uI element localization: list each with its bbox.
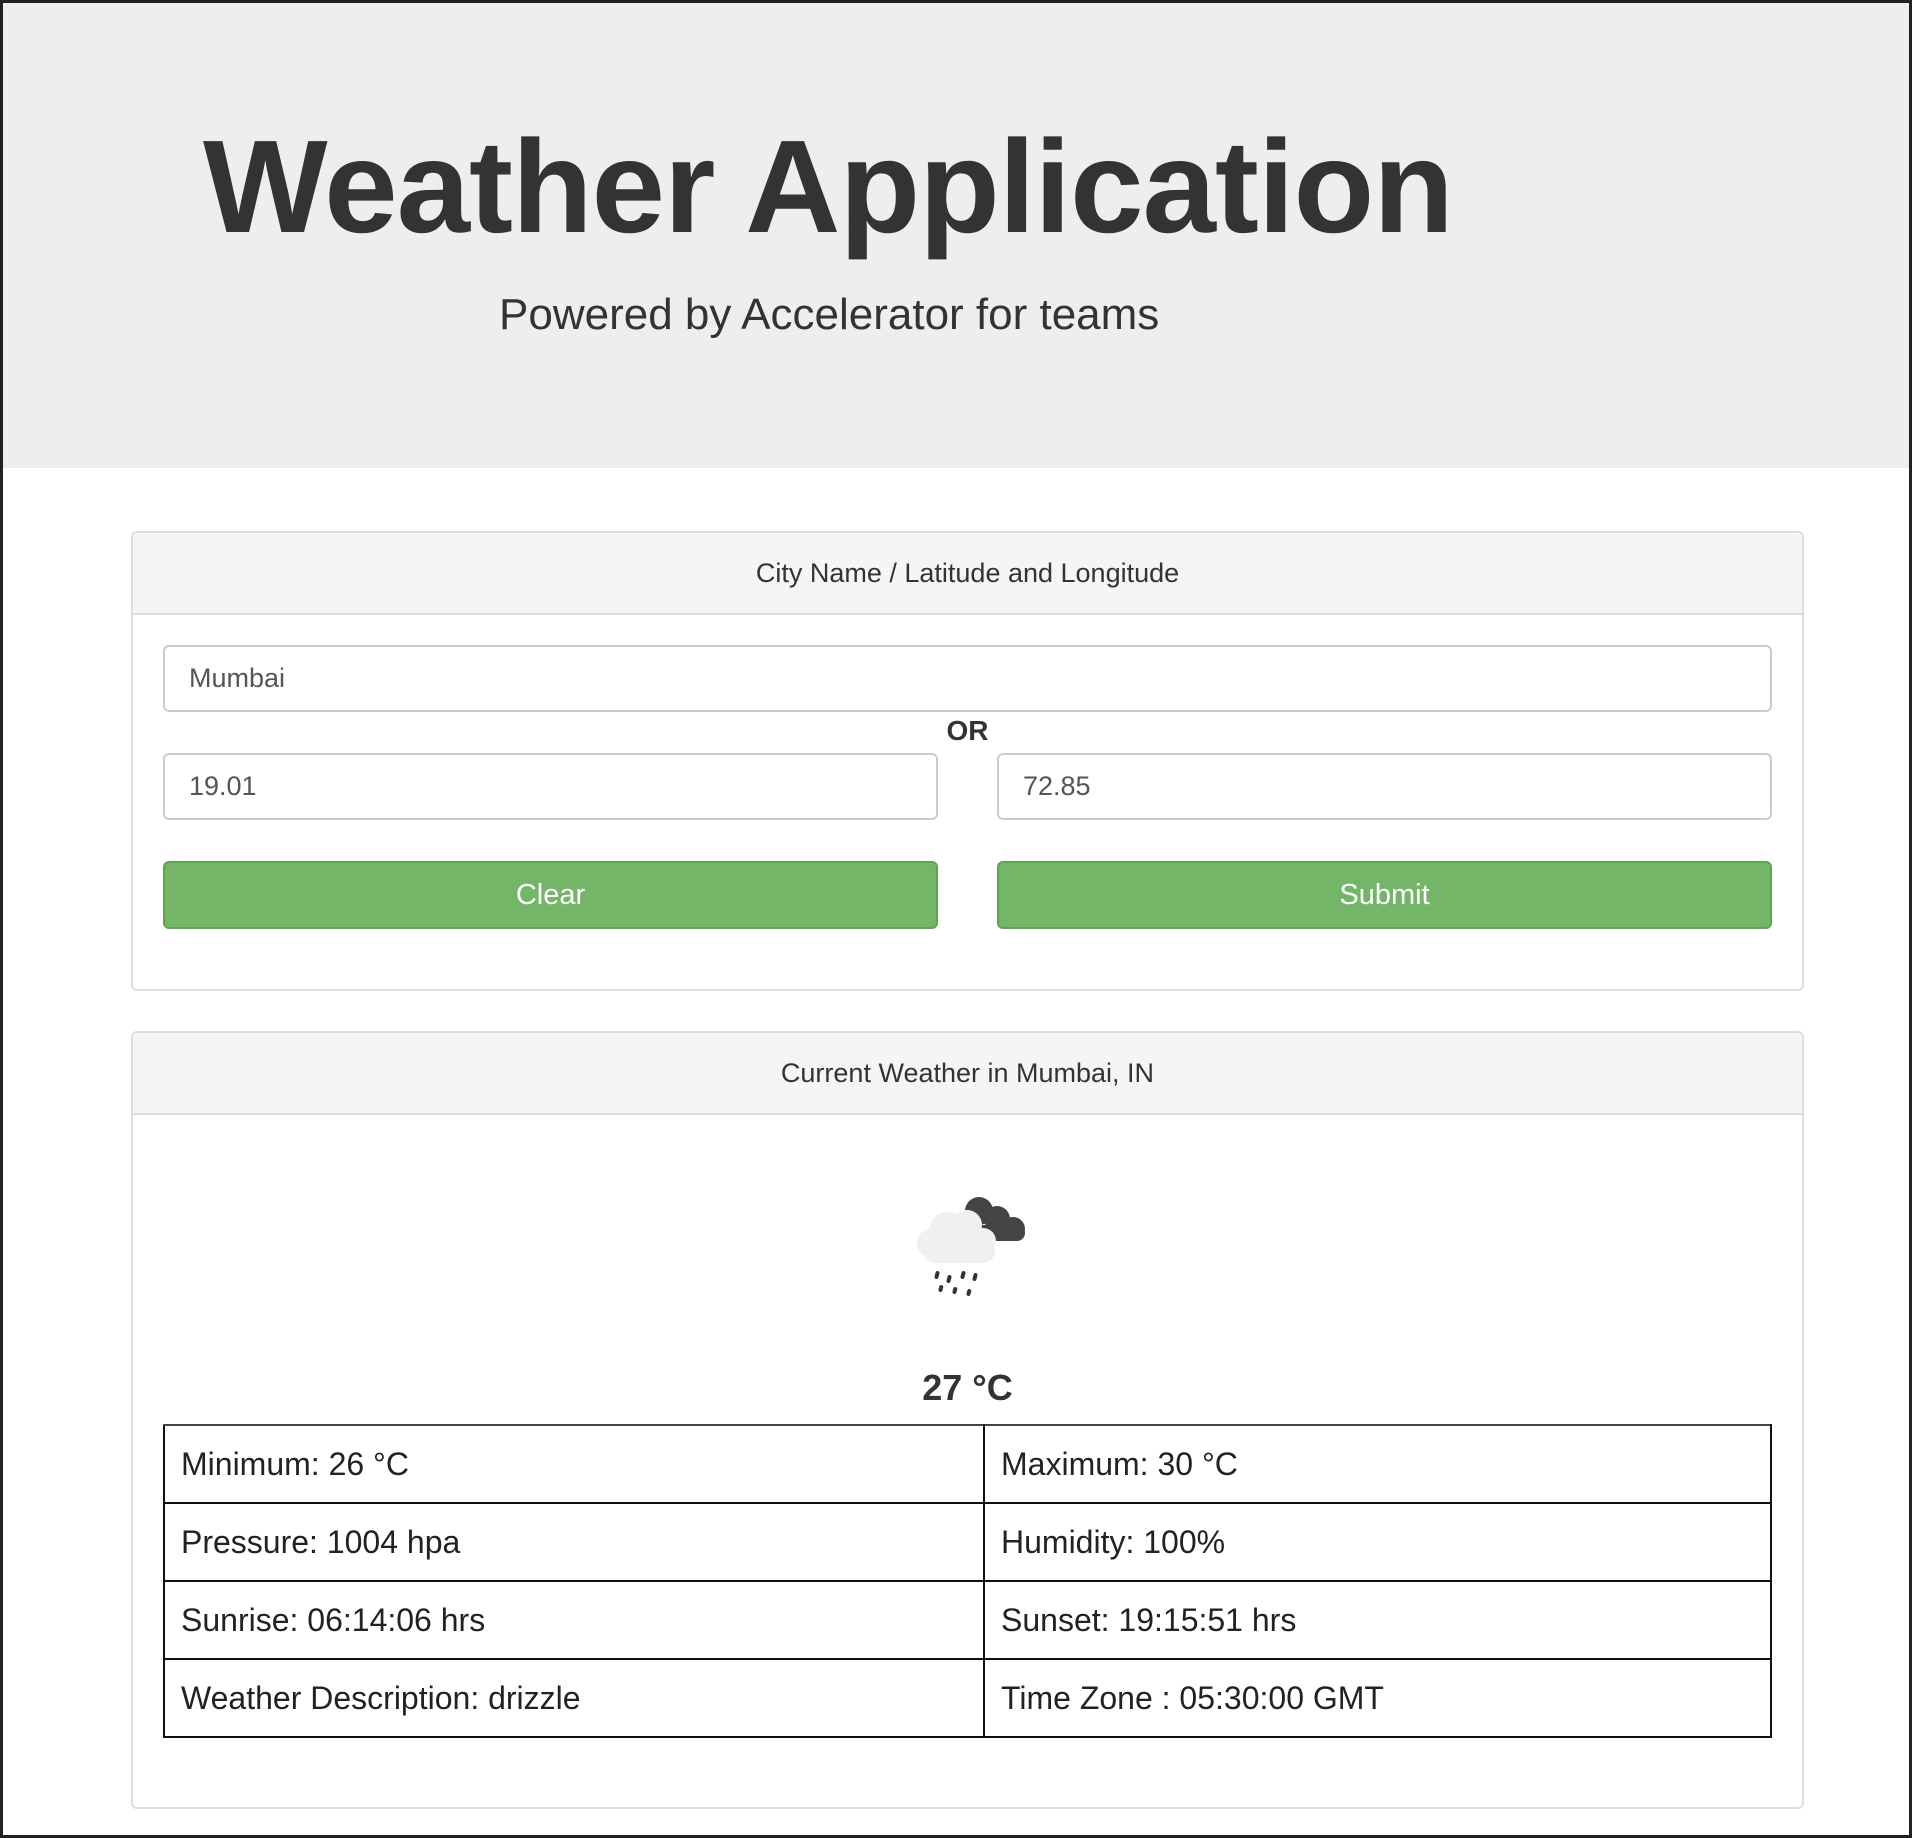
sunrise-cell: Sunrise: 06:14:06 hrs bbox=[163, 1580, 985, 1660]
time-zone-cell: Time Zone : 05:30:00 GMT bbox=[983, 1658, 1772, 1738]
maximum-temp-cell: Maximum: 30 °C bbox=[983, 1424, 1772, 1504]
clear-button[interactable]: Clear bbox=[163, 861, 938, 929]
table-row: Pressure: 1004 hpa Humidity: 100% bbox=[163, 1502, 1772, 1582]
location-form-heading: City Name / Latitude and Longitude bbox=[133, 533, 1802, 615]
app-subtitle: Powered by Accelerator for teams bbox=[499, 290, 1160, 339]
sunset-cell: Sunset: 19:15:51 hrs bbox=[983, 1580, 1772, 1660]
longitude-input[interactable] bbox=[997, 753, 1772, 820]
weather-result-heading: Current Weather in Mumbai, IN bbox=[133, 1033, 1802, 1115]
table-row: Weather Description: drizzle Time Zone :… bbox=[163, 1658, 1772, 1738]
drizzle-cloud-icon bbox=[917, 1197, 1025, 1296]
location-form-panel: City Name / Latitude and Longitude OR Cl… bbox=[131, 531, 1804, 991]
latitude-input[interactable] bbox=[163, 753, 938, 820]
current-temperature: 27 °C bbox=[922, 1367, 1013, 1408]
table-row: Sunrise: 06:14:06 hrs Sunset: 19:15:51 h… bbox=[163, 1580, 1772, 1660]
weather-details-table: Minimum: 26 °C Maximum: 30 °C Pressure: … bbox=[163, 1424, 1772, 1738]
or-separator: OR bbox=[946, 715, 989, 746]
submit-button[interactable]: Submit bbox=[997, 861, 1772, 929]
city-name-input[interactable] bbox=[163, 645, 1772, 712]
app-window: Weather Application Powered by Accelerat… bbox=[0, 0, 1912, 1838]
jumbotron-header: Weather Application Powered by Accelerat… bbox=[3, 3, 1909, 468]
table-row: Minimum: 26 °C Maximum: 30 °C bbox=[163, 1424, 1772, 1504]
minimum-temp-cell: Minimum: 26 °C bbox=[163, 1424, 985, 1504]
humidity-cell: Humidity: 100% bbox=[983, 1502, 1772, 1582]
weather-description-cell: Weather Description: drizzle bbox=[163, 1658, 985, 1738]
app-title: Weather Application bbox=[203, 113, 1454, 260]
pressure-cell: Pressure: 1004 hpa bbox=[163, 1502, 985, 1582]
weather-result-panel: Current Weather in Mumbai, IN 27 °C Mini… bbox=[131, 1031, 1804, 1809]
